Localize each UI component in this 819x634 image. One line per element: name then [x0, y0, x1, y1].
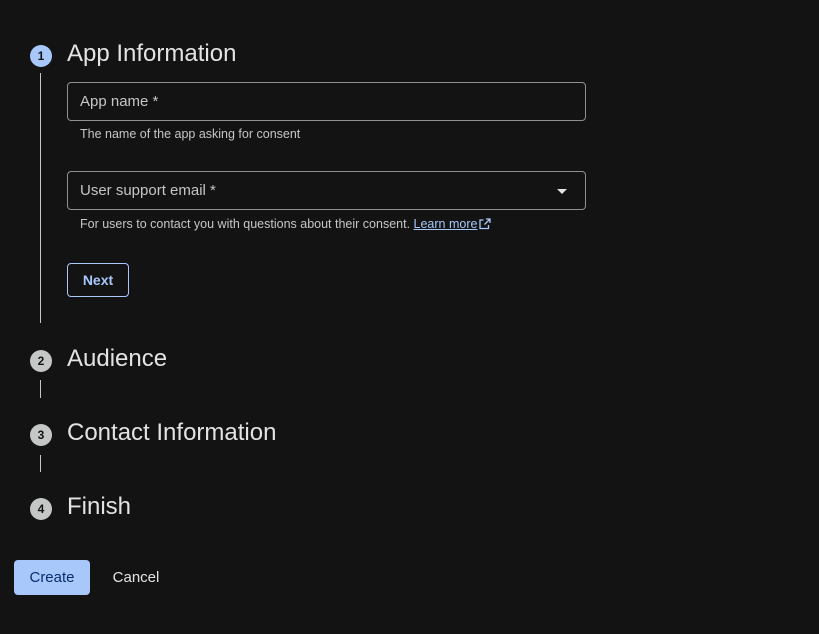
step-1-number: 1: [30, 45, 52, 67]
step-4-number: 4: [30, 498, 52, 520]
cancel-button[interactable]: Cancel: [100, 560, 172, 595]
step-3-title[interactable]: Contact Information: [67, 419, 276, 447]
step-2-title[interactable]: Audience: [67, 345, 167, 373]
support-email-select[interactable]: User support email *: [67, 171, 586, 210]
support-email-hint: For users to contact you with questions …: [80, 217, 492, 231]
app-name-hint: The name of the app asking for consent: [80, 127, 301, 141]
create-button[interactable]: Create: [14, 560, 90, 595]
support-email-label: User support email *: [80, 182, 216, 199]
step-2-number: 2: [30, 350, 52, 372]
dropdown-arrow-icon: [557, 189, 567, 194]
step-2-connector: [40, 380, 41, 398]
open-in-new-icon: [479, 218, 492, 230]
step-3-number: 3: [30, 424, 52, 446]
step-3-connector: [40, 455, 41, 472]
learn-more-label: Learn more: [413, 217, 478, 231]
oauth-consent-stepper: 1 App Information App name * The name of…: [0, 0, 819, 634]
next-button[interactable]: Next: [67, 263, 129, 297]
step-1-title[interactable]: App Information: [67, 40, 236, 68]
app-name-field[interactable]: App name *: [67, 82, 586, 121]
step-4-title[interactable]: Finish: [67, 493, 131, 521]
learn-more-link[interactable]: Learn more: [414, 217, 492, 231]
step-1-connector: [40, 73, 41, 323]
app-name-label: App name *: [80, 93, 159, 110]
support-email-hint-text: For users to contact you with questions …: [80, 217, 411, 231]
